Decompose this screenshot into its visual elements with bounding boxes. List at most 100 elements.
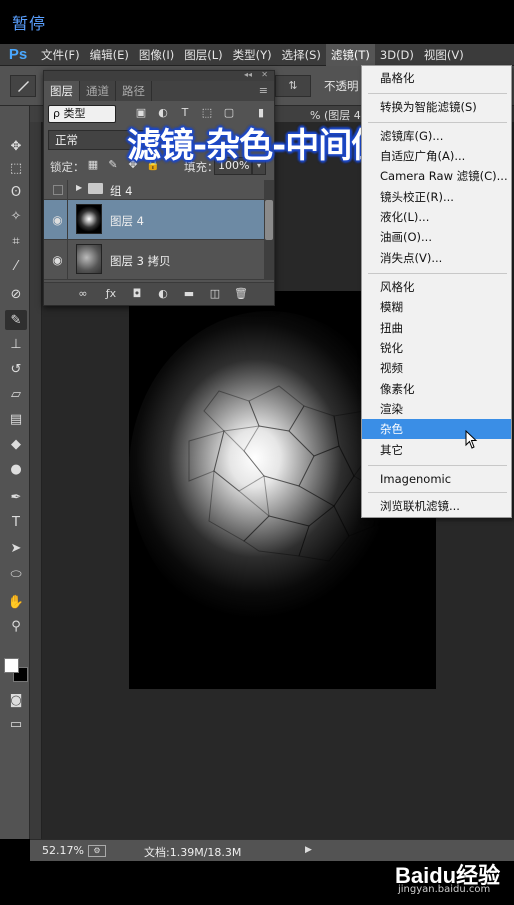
menu-item-crystallize[interactable]: 晶格化 (362, 68, 511, 88)
new-layer-icon[interactable]: ◫ (208, 287, 222, 301)
scroll-thumb[interactable] (265, 200, 273, 240)
menu-item-camera-raw[interactable]: Camera Raw 滤镜(C)... (362, 166, 511, 186)
pause-button[interactable]: 暂停 (12, 10, 46, 34)
vertical-ruler (30, 122, 42, 839)
gradient-tool-icon[interactable]: ▤ (5, 409, 27, 429)
menu-select[interactable]: 选择(S) (277, 44, 326, 66)
menu-3d[interactable]: 3D(D) (375, 44, 419, 66)
status-info-icon[interactable]: ⚙ (88, 845, 106, 857)
toolbox: ✥ ⬚ ʘ ✧ ⌗ ⁄ ⊘ ✎ ⊥ ↺ ▱ ▤ ◆ ● ✒ T ➤ ⬭ ✋ ⚲ … (0, 106, 30, 839)
menu-image[interactable]: 图像(I) (134, 44, 179, 66)
collapse-icon[interactable]: ◂◂ (244, 70, 252, 79)
opacity-label: 不透明 (324, 79, 359, 93)
eraser-tool-icon[interactable]: ▱ (5, 384, 27, 404)
eye-icon[interactable]: ◉ (48, 200, 68, 239)
marquee-tool-icon[interactable]: ⬚ (5, 158, 27, 178)
tab-channels[interactable]: 通道 (80, 81, 116, 101)
layer-thumbnail (76, 244, 102, 274)
link-layers-icon[interactable]: ∞ (76, 287, 90, 301)
stamp-tool-icon[interactable]: ⊥ (5, 334, 27, 354)
close-icon[interactable]: ✕ (261, 70, 268, 79)
menu-item-smart-filter[interactable]: 转换为智能滤镜(S) (362, 97, 511, 117)
panel-menu-icon[interactable]: ≡ (259, 84, 268, 97)
new-group-icon[interactable]: ▬ (182, 287, 196, 301)
menu-item-imagenomic[interactable]: Imagenomic (362, 469, 511, 489)
menu-separator (368, 93, 507, 94)
pen-tool-icon[interactable]: ✒ (5, 487, 27, 507)
menu-item-render[interactable]: 渲染 (362, 399, 511, 419)
menu-item-blur[interactable]: 模糊 (362, 297, 511, 317)
menu-view[interactable]: 视图(V) (419, 44, 469, 66)
menu-item-video[interactable]: 视频 (362, 358, 511, 378)
brush-preset-picker[interactable] (10, 75, 36, 97)
layers-panel: ◂◂ ✕ 图层 通道 路径 ≡ ρ 类型 ▣ ◐ T ⬚ ▢ ▮ 正常 锁定： … (43, 70, 275, 306)
fx-icon[interactable]: ƒx (104, 287, 118, 301)
menu-item-stylize[interactable]: 风格化 (362, 277, 511, 297)
dodge-tool-icon[interactable]: ● (5, 459, 27, 479)
menu-item-pixelate[interactable]: 像素化 (362, 379, 511, 399)
menu-item-lens-correction[interactable]: 镜头校正(R)... (362, 187, 511, 207)
type-tool-icon[interactable]: T (5, 512, 27, 532)
menu-item-adaptive-wide-angle[interactable]: 自适应广角(A)... (362, 146, 511, 166)
expand-arrow-icon[interactable]: ▶ (76, 183, 82, 192)
layer-scrollbar[interactable] (264, 180, 274, 280)
layer-row[interactable]: ◉ 图层 3 拷贝 (44, 240, 264, 280)
layer-thumbnail (76, 204, 102, 234)
blur-tool-icon[interactable]: ◆ (5, 434, 27, 454)
tab-paths[interactable]: 路径 (116, 81, 152, 101)
menu-separator (368, 122, 507, 123)
eye-icon[interactable]: ◉ (48, 240, 68, 279)
path-selection-tool-icon[interactable]: ➤ (5, 538, 27, 558)
tab-layers[interactable]: 图层 (44, 81, 80, 101)
menu-item-noise[interactable]: 杂色 (362, 419, 511, 439)
menu-edit[interactable]: 编辑(E) (85, 44, 134, 66)
menu-file[interactable]: 文件(F) (36, 44, 85, 66)
menu-item-other[interactable]: 其它 (362, 440, 511, 460)
layer-row[interactable]: ▶ 组 4 (44, 180, 264, 200)
foreground-color-swatch[interactable] (4, 658, 19, 673)
zoom-level[interactable]: 52.17% (42, 844, 84, 857)
eyedropper-tool-icon[interactable]: ⁄ (5, 256, 27, 276)
brush-tool-icon[interactable]: ✎ (5, 310, 27, 330)
healing-brush-tool-icon[interactable]: ⊘ (5, 284, 27, 304)
add-mask-icon[interactable]: ◘ (130, 287, 144, 301)
folder-icon (88, 183, 103, 194)
quick-mask-icon[interactable]: ◙ (5, 690, 27, 710)
layer-name: 组 4 (110, 184, 133, 198)
trash-icon[interactable]: 🗑 (234, 287, 248, 301)
screen-mode-icon[interactable]: ▭ (5, 714, 27, 734)
layer-row[interactable]: ◉ 图层 4 (44, 200, 264, 240)
lock-pixels-icon[interactable]: ✎ (106, 158, 120, 172)
lock-transparent-icon[interactable]: ▦ (86, 158, 100, 172)
visibility-toggle[interactable] (48, 180, 68, 199)
brush-icon (18, 81, 29, 92)
menu-item-browse-online[interactable]: 浏览联机滤镜... (362, 496, 511, 516)
menu-item-sharpen[interactable]: 锐化 (362, 338, 511, 358)
blend-mode-toggle[interactable]: ⇅ (275, 75, 311, 97)
menu-item-distort[interactable]: 扭曲 (362, 318, 511, 338)
tutorial-caption: 滤镜-杂色-中间值 (127, 126, 385, 166)
zoom-tool-icon[interactable]: ⚲ (5, 616, 27, 636)
menu-bar: Ps 文件(F) 编辑(E) 图像(I) 图层(L) 类型(Y) 选择(S) 滤… (0, 43, 514, 66)
menu-item-liquify[interactable]: 液化(L)... (362, 207, 511, 227)
hand-tool-icon[interactable]: ✋ (5, 592, 27, 612)
layers-footer: ∞ ƒx ◘ ◐ ▬ ◫ 🗑 (44, 282, 274, 305)
menu-separator (368, 465, 507, 466)
status-menu-arrow-icon[interactable]: ▶ (305, 845, 312, 855)
history-brush-tool-icon[interactable]: ↺ (5, 359, 27, 379)
menu-item-filter-gallery[interactable]: 滤镜库(G)... (362, 126, 511, 146)
layer-list: ▶ 组 4 ◉ 图层 4 ◉ 图层 3 拷贝 (44, 180, 264, 280)
lasso-tool-icon[interactable]: ʘ (5, 182, 27, 202)
shape-tool-icon[interactable]: ⬭ (5, 564, 27, 584)
menu-separator (368, 492, 507, 493)
menu-layer[interactable]: 图层(L) (179, 44, 227, 66)
menu-filter[interactable]: 滤镜(T) (325, 43, 375, 66)
menu-item-vanishing-point[interactable]: 消失点(V)... (362, 248, 511, 268)
move-tool-icon[interactable]: ✥ (5, 136, 27, 156)
adjustment-layer-icon[interactable]: ◐ (156, 287, 170, 301)
layer-filter-select[interactable]: ρ 类型 (48, 105, 116, 123)
menu-item-oil-paint[interactable]: 油画(O)... (362, 227, 511, 247)
menu-type[interactable]: 类型(Y) (228, 44, 277, 66)
magic-wand-tool-icon[interactable]: ✧ (5, 206, 27, 226)
crop-tool-icon[interactable]: ⌗ (5, 231, 27, 251)
